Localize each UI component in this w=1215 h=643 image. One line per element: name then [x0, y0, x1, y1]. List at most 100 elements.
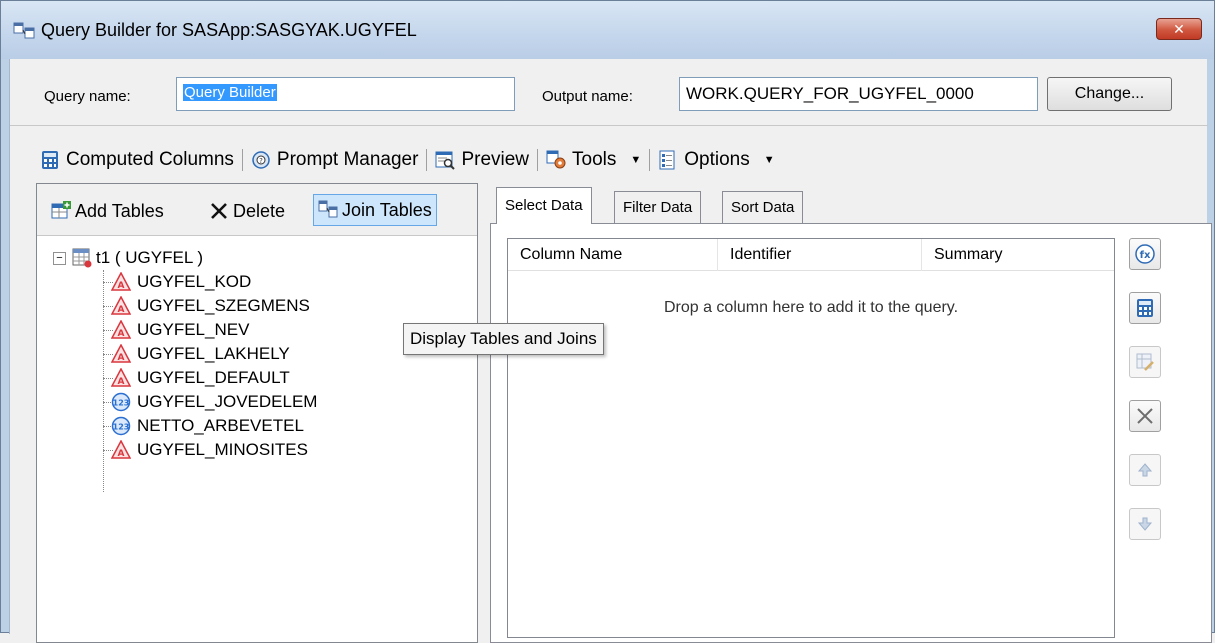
calculator-icon: [42, 151, 58, 169]
tree-column-item[interactable]: 123 UGYFEL_JOVEDELEM: [111, 390, 317, 414]
add-table-icon: [51, 201, 71, 219]
tools-icon: [546, 150, 566, 169]
delete-icon: [211, 203, 227, 219]
table-tree: − t1 ( UGYFEL ) A UGYFEL_KOD A UGYFEL_SZ…: [37, 238, 477, 642]
preview-button[interactable]: Preview: [429, 149, 535, 171]
character-column-icon: A: [111, 272, 131, 291]
column-name: NETTO_ARBEVETEL: [137, 416, 304, 435]
character-column-icon: A: [111, 320, 131, 339]
join-tables-label: Join Tables: [342, 199, 432, 220]
tree-column-item[interactable]: A UGYFEL_MINOSITES: [111, 438, 308, 462]
add-tables-label: Add Tables: [75, 200, 164, 221]
svg-text:?: ?: [259, 157, 263, 165]
svg-text:123: 123: [113, 423, 130, 432]
tab-filter-data[interactable]: Filter Data: [614, 191, 702, 223]
move-up-button[interactable]: [1129, 454, 1161, 486]
arrow-up-icon: [1137, 463, 1153, 477]
svg-text:A: A: [118, 377, 125, 387]
column-name: UGYFEL_NEV: [137, 320, 250, 339]
preview-label: Preview: [461, 149, 530, 170]
query-name-label: Query name:: [44, 88, 131, 105]
edit-column-icon: [1136, 353, 1154, 371]
chevron-down-icon: ▼: [763, 154, 775, 166]
column-name: UGYFEL_JOVEDELEM: [137, 392, 318, 411]
svg-text:A: A: [118, 353, 125, 363]
tree-column-item[interactable]: A UGYFEL_LAKHELY: [111, 342, 290, 366]
column-name: UGYFEL_SZEGMENS: [137, 296, 310, 315]
computed-column-button[interactable]: [1129, 292, 1161, 324]
toolbar-separator: [426, 149, 428, 171]
svg-text:A: A: [118, 305, 125, 315]
character-column-icon: A: [111, 344, 131, 363]
collapse-icon[interactable]: −: [53, 251, 66, 265]
tree-column-item[interactable]: A UGYFEL_SZEGMENS: [111, 294, 310, 318]
tree-connector: [103, 270, 104, 492]
options-icon: [659, 150, 675, 170]
calculator-icon: [1137, 299, 1153, 317]
prompt-manager-button[interactable]: ? Prompt Manager: [245, 149, 425, 171]
tree-column-item[interactable]: A UGYFEL_DEFAULT: [111, 366, 290, 390]
column-name: UGYFEL_DEFAULT: [137, 368, 290, 387]
tree-column-item[interactable]: A UGYFEL_KOD: [111, 270, 251, 294]
output-name-input[interactable]: WORK.QUERY_FOR_UGYFEL_0000: [679, 77, 1038, 111]
move-down-button[interactable]: [1129, 508, 1161, 540]
join-tables-tooltip: Display Tables and Joins: [403, 323, 604, 355]
main-toolbar: Computed Columns ? Prompt Manager Previe…: [34, 145, 781, 175]
prompt-manager-icon: ?: [252, 151, 270, 169]
character-column-icon: A: [111, 440, 131, 459]
column-name: UGYFEL_LAKHELY: [137, 344, 290, 363]
column-header-name[interactable]: Column Name: [508, 239, 718, 271]
join-tables-icon: [318, 200, 338, 218]
query-name-value: Query Builder: [183, 84, 277, 101]
computed-columns-button[interactable]: Computed Columns: [34, 149, 240, 171]
toolbar-separator: [537, 149, 539, 171]
tables-toolbar: Add Tables Delete Join Tables: [37, 184, 477, 236]
edit-column-button[interactable]: [1129, 346, 1161, 378]
svg-text:123: 123: [113, 399, 130, 408]
properties-icon: fx: [1135, 244, 1155, 264]
toolbar-separator: [241, 149, 243, 171]
column-header-summary[interactable]: Summary: [922, 239, 1114, 271]
tree-column-item[interactable]: A UGYFEL_NEV: [111, 318, 249, 342]
svg-text:fx: fx: [1140, 250, 1151, 261]
close-button[interactable]: ✕: [1156, 18, 1202, 40]
svg-text:A: A: [118, 449, 125, 459]
list-header: Column Name Identifier Summary: [508, 239, 1114, 271]
output-name-label: Output name:: [542, 88, 633, 105]
column-name: UGYFEL_KOD: [137, 272, 252, 291]
change-button[interactable]: Change...: [1047, 77, 1172, 111]
svg-text:A: A: [118, 329, 125, 339]
tables-panel: Add Tables Delete Join Tables − t1 (UGY…: [36, 183, 478, 643]
prompt-manager-label: Prompt Manager: [276, 149, 419, 170]
numeric-column-icon: 123: [111, 416, 131, 436]
tools-menu-button[interactable]: Tools ▼: [540, 149, 647, 171]
preview-icon: [435, 151, 456, 170]
join-tables-icon: [13, 22, 35, 39]
tab-select-data[interactable]: Select Data: [496, 187, 592, 224]
remove-column-button[interactable]: [1129, 400, 1161, 432]
computed-columns-label: Computed Columns: [66, 149, 234, 170]
svg-text:A: A: [118, 281, 125, 291]
window-title: Query Builder for SASApp:SASGYAK.UGYFEL: [41, 20, 417, 40]
properties-button[interactable]: fx: [1129, 238, 1161, 270]
empty-drop-message: Drop a column here to add it to the quer…: [663, 299, 959, 316]
select-columns-list[interactable]: Column Name Identifier Summary Drop a co…: [507, 238, 1115, 638]
divider: [10, 125, 1208, 126]
join-tables-button[interactable]: Join Tables: [313, 194, 437, 226]
tree-root-label: t1 ( UGYFEL ): [96, 248, 204, 267]
query-builder-window: Query Builder for SASApp:SASGYAK.UGYFEL …: [0, 0, 1215, 643]
column-name: UGYFEL_MINOSITES: [137, 440, 308, 459]
query-name-input[interactable]: Query Builder: [176, 77, 515, 111]
tab-sort-data[interactable]: Sort Data: [722, 191, 804, 223]
character-column-icon: A: [111, 296, 131, 315]
tree-root-table[interactable]: − t1 ( UGYFEL ): [53, 246, 203, 270]
dialog-client-area: Query name: Query Builder Output name: W…: [9, 59, 1212, 643]
tree-column-item[interactable]: 123 NETTO_ARBEVETEL: [111, 414, 304, 438]
title-bar[interactable]: Query Builder for SASApp:SASGYAK.UGYFEL …: [1, 1, 1214, 59]
arrow-down-icon: [1137, 517, 1153, 531]
delete-button[interactable]: Delete: [205, 196, 289, 226]
column-header-identifier[interactable]: Identifier: [718, 239, 922, 271]
delete-label: Delete: [233, 200, 286, 221]
add-tables-button[interactable]: Add Tables: [47, 196, 168, 226]
options-menu-button[interactable]: Options ▼: [652, 149, 780, 171]
